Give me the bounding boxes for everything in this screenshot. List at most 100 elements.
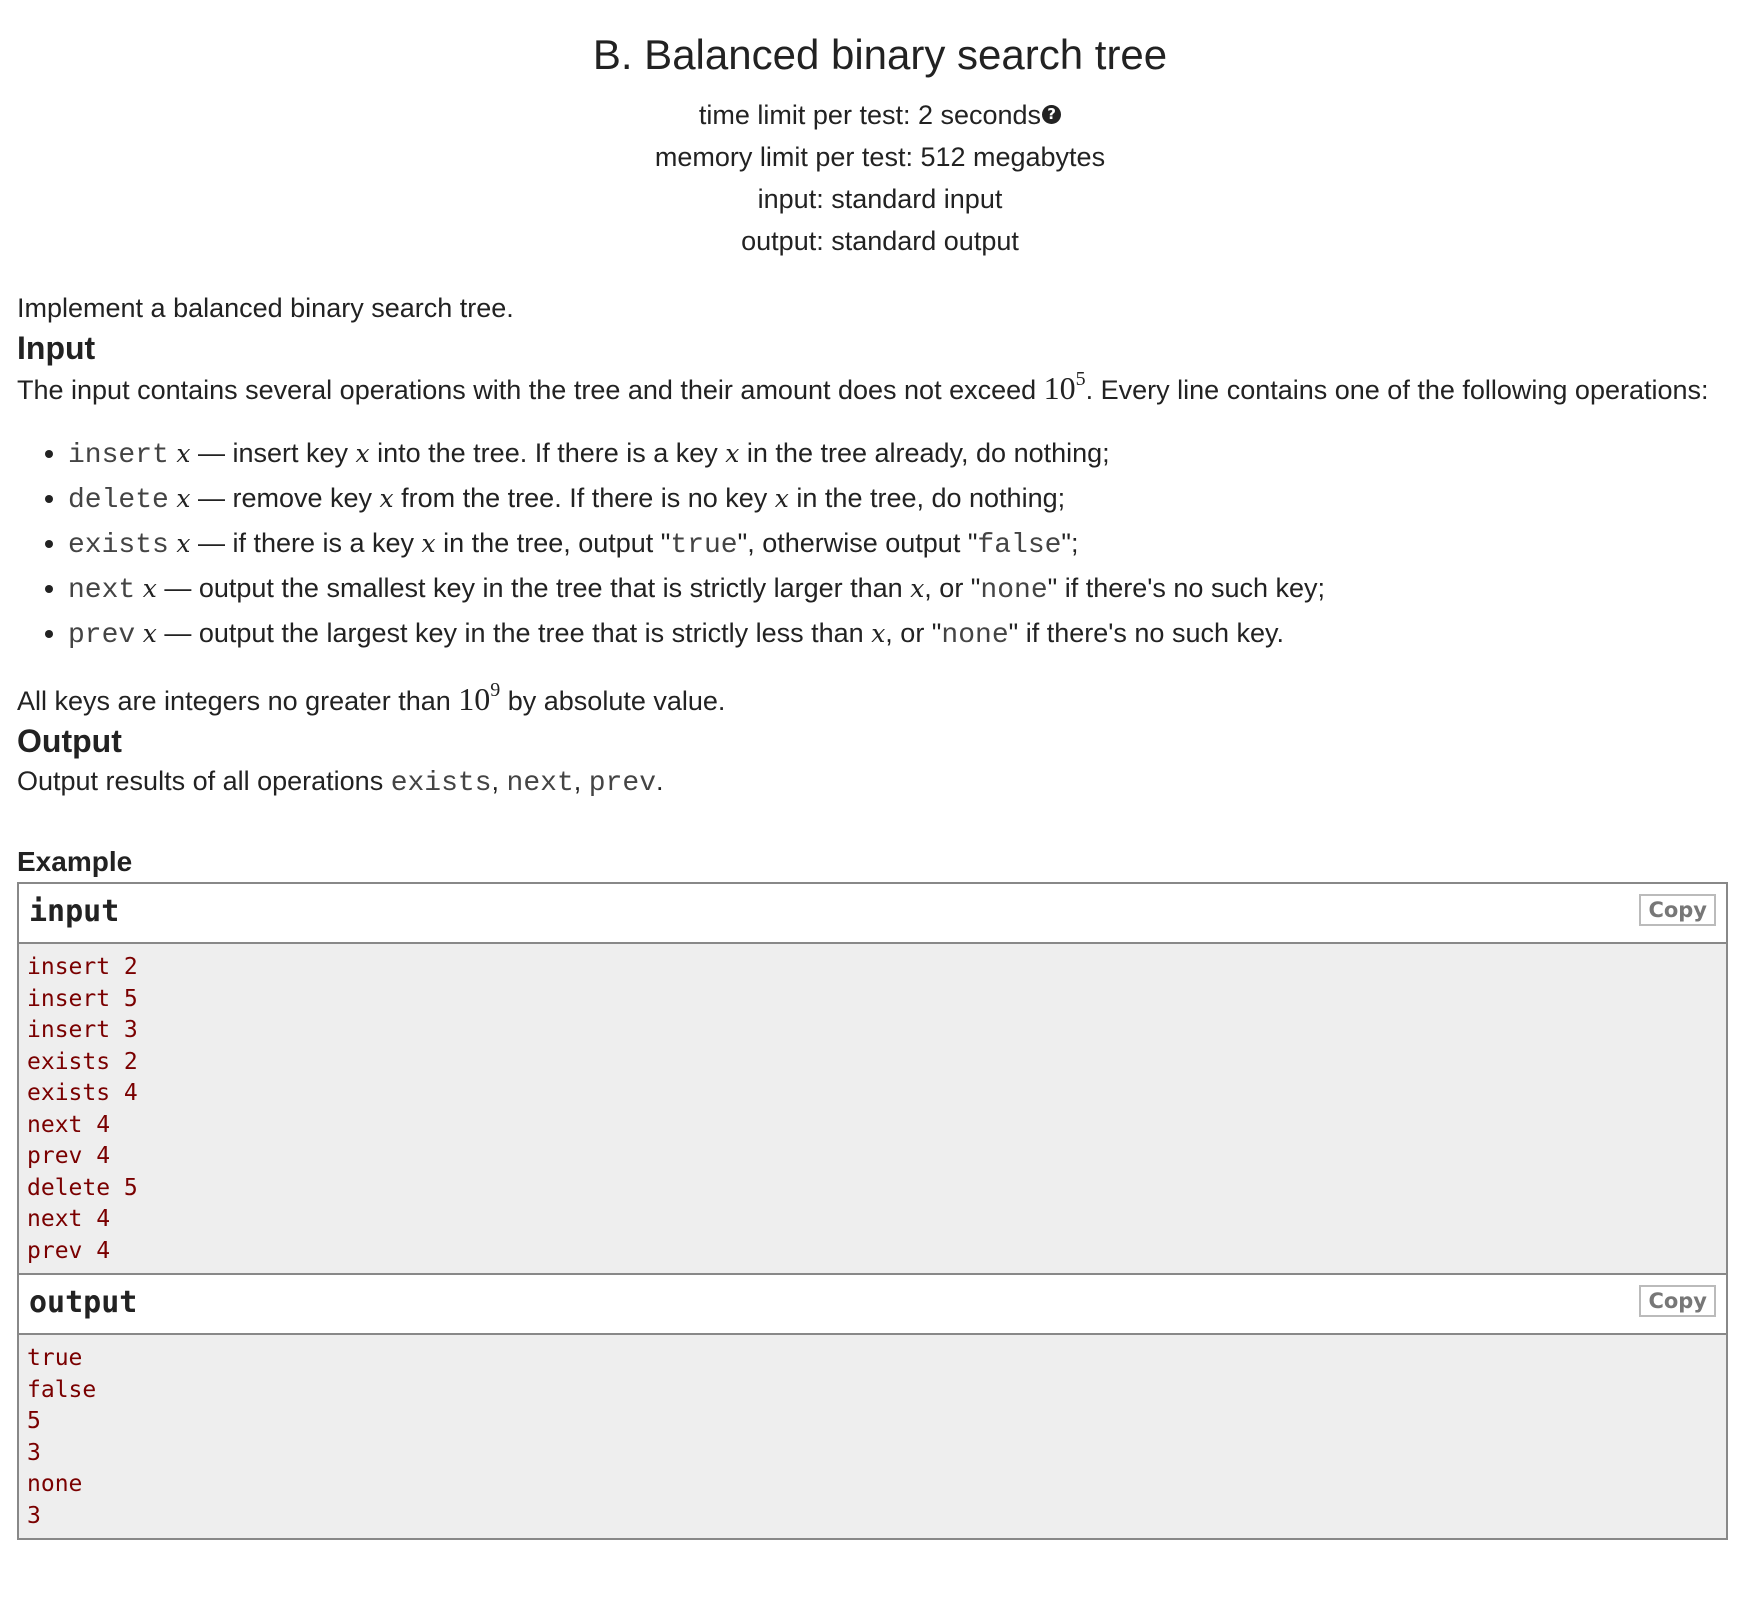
list-item: 5	[27, 1408, 41, 1434]
op-command: exists	[68, 530, 169, 561]
list-item: exists x — if there is a key x in the tr…	[68, 522, 1743, 567]
op-variable: x	[176, 484, 191, 513]
example-input-label: input	[29, 894, 120, 929]
keys-before: All keys are integers no greater than	[17, 686, 459, 716]
op-variable: x	[142, 574, 157, 603]
problem-statement: B. Balanced binary search tree time limi…	[0, 0, 1760, 1540]
problem-title: B. Balanced binary search tree	[592, 31, 1168, 78]
op-text: , or "	[885, 618, 942, 648]
list-item: next 4	[27, 1111, 111, 1138]
op-text: — insert key	[190, 438, 356, 468]
keys-exponent: 9	[490, 679, 501, 701]
input-section-title: Input	[17, 330, 96, 366]
output-cmd-exists: exists	[390, 768, 492, 799]
op-variable: x	[142, 619, 157, 648]
op-variable: x	[176, 529, 191, 558]
operations-list: insert x — insert key x into the tree. I…	[17, 432, 1743, 657]
list-item: exists 2	[27, 1048, 138, 1075]
op-command: delete	[68, 485, 169, 516]
op-variable: x	[176, 439, 191, 468]
op-text: " if there's no such key.	[1008, 618, 1284, 648]
keys-constraint: All keys are integers no greater than 10…	[17, 679, 1743, 721]
op-literal: true	[670, 530, 738, 561]
list-item: false	[27, 1376, 97, 1403]
op-variable: x	[379, 484, 394, 513]
op-text: " if there's no such key;	[1047, 573, 1325, 603]
list-item: true	[27, 1345, 83, 1371]
input-file: input: standard input	[757, 184, 1003, 214]
op-text: ";	[1061, 528, 1079, 558]
help-icon[interactable]: ?	[1042, 105, 1062, 124]
example-title: Example	[17, 846, 133, 877]
list-item: insert 5	[27, 985, 138, 1012]
output-sep: ,	[491, 766, 507, 796]
op-text: in the tree, output "	[435, 528, 671, 558]
limit-exponent: 5	[1075, 368, 1086, 390]
op-text: in the tree, do nothing;	[788, 483, 1066, 513]
output-section-title: Output	[17, 723, 122, 759]
output-text-before: Output results of all operations	[17, 766, 391, 796]
list-item: prev 4	[27, 1143, 111, 1169]
list-item: insert 2	[27, 954, 138, 980]
op-variable: x	[355, 439, 370, 468]
input-intro-before: The input contains several operations wi…	[17, 375, 1044, 405]
list-item: prev 4	[27, 1237, 111, 1264]
list-item: none	[27, 1471, 83, 1497]
op-literal: false	[977, 530, 1062, 561]
op-text: — if there is a key	[190, 528, 422, 558]
problem-header: B. Balanced binary search tree time limi…	[17, 0, 1743, 262]
list-item: 3	[27, 1502, 41, 1529]
limit-number: 105	[1043, 368, 1086, 406]
keys-base: 10	[458, 681, 491, 717]
op-variable: x	[910, 574, 925, 603]
example-input-block: input Copy insert 2 insert 5 insert 3 ex…	[17, 882, 1728, 1275]
list-item: 3	[27, 1439, 41, 1466]
op-literal: none	[941, 620, 1009, 651]
op-variable: x	[871, 619, 886, 648]
op-text: ", otherwise output "	[737, 528, 978, 558]
time-limit: time limit per test: 2 seconds?	[17, 94, 1743, 136]
op-variable: x	[421, 529, 436, 558]
op-command: next	[68, 575, 136, 606]
keys-number: 109	[458, 679, 501, 717]
example-output-label: output	[29, 1285, 138, 1320]
example-input-header: input Copy	[19, 884, 1726, 944]
list-item: prev x — output the largest key in the t…	[68, 612, 1743, 657]
op-variable: x	[774, 484, 789, 513]
limit-base: 10	[1043, 370, 1076, 406]
example-output-content[interactable]: true false 5 3 none 3	[19, 1335, 1726, 1538]
op-text: from the tree. If there is no key	[393, 483, 775, 513]
output-file: output: standard output	[741, 226, 1019, 256]
op-command: prev	[68, 620, 136, 651]
op-text: , or "	[924, 573, 981, 603]
time-limit-text: time limit per test: 2 seconds	[698, 100, 1042, 130]
list-item: delete 5	[27, 1174, 138, 1201]
keys-after: by absolute value.	[500, 686, 726, 716]
example-input-content[interactable]: insert 2 insert 5 insert 3 exists 2 exis…	[19, 944, 1726, 1273]
op-text: into the tree. If there is a key	[369, 438, 726, 468]
output-cmd-prev: prev	[588, 768, 656, 799]
output-text-after: .	[656, 766, 664, 796]
output-sep: ,	[573, 766, 589, 796]
example-output-block: output Copy true false 5 3 none 3	[17, 1275, 1728, 1540]
list-item: delete x — remove key x from the tree. I…	[68, 477, 1743, 522]
op-text: — output the largest key in the tree tha…	[156, 618, 872, 648]
legend-text: Implement a balanced binary search tree.	[17, 293, 514, 323]
copy-input-button[interactable]: Copy	[1639, 894, 1716, 926]
op-text: in the tree already, do nothing;	[739, 438, 1110, 468]
memory-limit: memory limit per test: 512 megabytes	[654, 142, 1106, 172]
list-item: next x — output the smallest key in the …	[68, 567, 1743, 612]
input-intro: The input contains several operations wi…	[17, 368, 1743, 410]
op-text: — remove key	[190, 483, 380, 513]
copy-output-button[interactable]: Copy	[1639, 1285, 1716, 1317]
example-output-header: output Copy	[19, 1275, 1726, 1335]
op-variable: x	[725, 439, 740, 468]
op-text: — output the smallest key in the tree th…	[156, 573, 911, 603]
list-item: exists 4	[27, 1080, 138, 1106]
list-item: insert 3	[27, 1017, 138, 1043]
output-cmd-next: next	[506, 768, 574, 799]
list-item: next 4	[27, 1206, 111, 1232]
output-text: Output results of all operations exists,…	[17, 761, 1743, 804]
list-item: insert x — insert key x into the tree. I…	[68, 432, 1743, 477]
op-command: insert	[68, 440, 169, 471]
